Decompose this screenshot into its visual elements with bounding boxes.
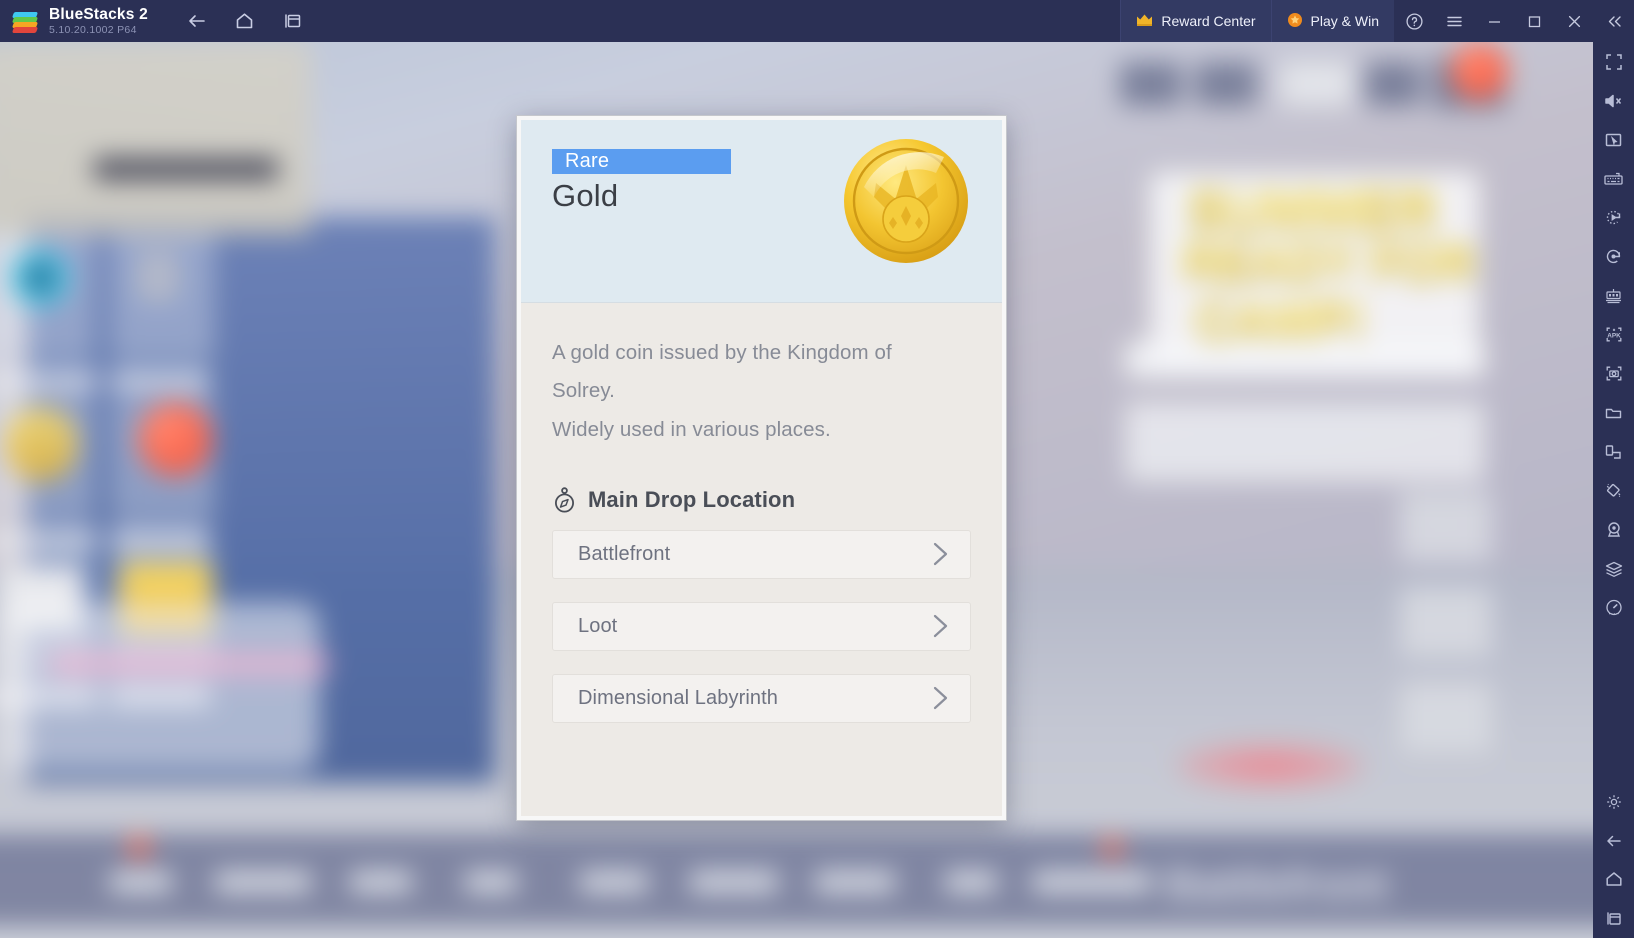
speedometer-icon[interactable] [1593,588,1634,627]
play-and-win-label: Play & Win [1310,13,1379,29]
minimize-icon[interactable] [1474,0,1514,42]
gold-coin-icon [840,135,972,267]
app-version: 5.10.20.1002 P64 [49,24,137,36]
chevron-double-left-icon[interactable] [1594,0,1634,42]
item-dialog-body: A gold coin issued by the Kingdom of Sol… [521,303,1002,816]
chevron-right-icon [928,611,952,641]
item-dialog-header: Rare Gold [521,120,1002,303]
play-record-icon[interactable] [1593,198,1634,237]
shake-icon[interactable] [1593,471,1634,510]
drop-location-row-battlefront[interactable]: Battlefront [552,529,971,579]
reward-center-label: Reward Center [1161,13,1256,29]
close-icon[interactable] [1554,0,1594,42]
drop-location-label: Loot [578,614,618,637]
gear-icon[interactable] [1593,782,1634,821]
layers-icon[interactable] [1593,549,1634,588]
keyboard-icon[interactable] [1593,159,1634,198]
drop-location-row-dimensional-labyrinth[interactable]: Dimensional Labyrinth [552,673,971,723]
hamburger-menu-icon[interactable] [1434,0,1474,42]
home-button[interactable] [230,6,260,36]
main-drop-location-section: Main Drop Location Battlefront Loot Dime… [552,487,971,723]
bluestacks-titlebar[interactable]: BlueStacks 2 5.10.20.1002 P64 Reward Cen… [0,0,1634,42]
bluestacks-side-toolbar[interactable]: APK [1593,42,1634,938]
reward-center-button[interactable]: Reward Center [1120,0,1271,42]
item-name: Gold [552,178,619,213]
android-back-arrow-left-icon[interactable] [1593,821,1634,860]
fullscreen-icon[interactable] [1593,42,1634,81]
drop-location-label: Dimensional Labyrinth [578,686,778,709]
main-drop-location-header: Main Drop Location [552,487,971,514]
screen-cursor-icon[interactable] [1593,120,1634,159]
description-line-2: Solrey. [552,379,615,403]
app-title-block: BlueStacks 2 5.10.20.1002 P64 [49,5,148,36]
maximize-icon[interactable] [1514,0,1554,42]
record-circle-icon[interactable] [1593,237,1634,276]
android-recents-icon[interactable] [1593,899,1634,938]
svg-text:APK: APK [1607,332,1621,339]
app-name: BlueStacks 2 [49,5,148,23]
back-button[interactable] [182,6,212,36]
android-home-icon[interactable] [1593,860,1634,899]
titlebar-nav-group[interactable] [182,6,308,36]
bluestacks-logo-icon [11,8,39,34]
rarity-badge: Rare [552,149,731,174]
apk-install-icon[interactable]: APK [1593,315,1634,354]
recents-button[interactable] [278,6,308,36]
badge-icon [1287,12,1303,31]
window-controls[interactable] [1394,0,1634,42]
chevron-right-icon [928,683,952,713]
drop-location-row-loot[interactable]: Loot [552,601,971,651]
description-line-1: A gold coin issued by the Kingdom of [552,341,892,364]
help-circle-icon[interactable] [1394,0,1434,42]
speaker-mute-icon[interactable] [1593,81,1634,120]
drop-location-label: Battlefront [578,542,671,565]
play-and-win-button[interactable]: Play & Win [1270,0,1394,42]
compass-icon [552,487,577,514]
crown-icon [1136,13,1153,30]
camera-icon[interactable] [1593,354,1634,393]
main-drop-location-title: Main Drop Location [588,487,796,513]
folder-icon[interactable] [1593,393,1634,432]
rotate-device-icon[interactable] [1593,432,1634,471]
item-detail-dialog[interactable]: Rare Gold A gold coin issued by the King… [516,115,1007,821]
item-description: A gold coin issued by the Kingdom of Sol… [552,334,971,449]
location-pin-icon[interactable] [1593,510,1634,549]
description-line-3: Widely used in various places. [552,417,831,441]
instance-manager-icon[interactable] [1593,276,1634,315]
chevron-right-icon [928,539,952,569]
